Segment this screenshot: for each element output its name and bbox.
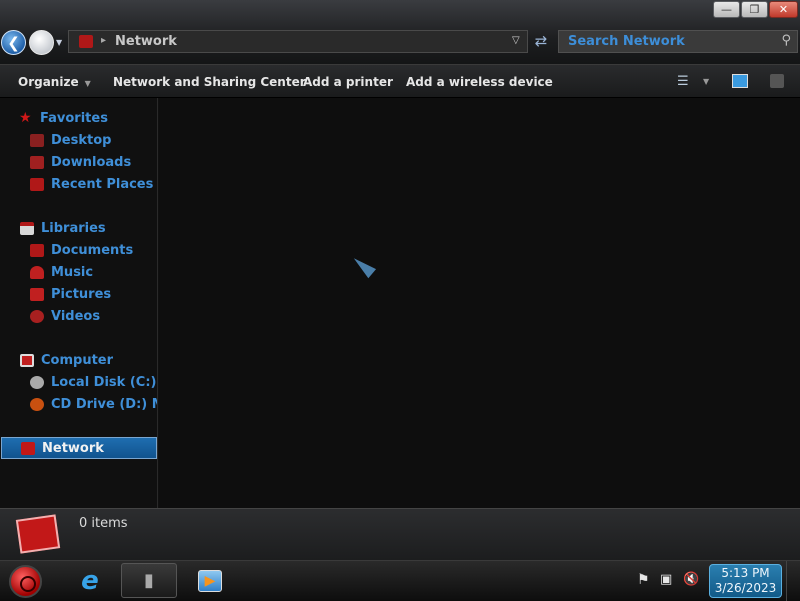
change-view-icon[interactable]: ☰ — [677, 74, 689, 89]
file-list-area[interactable] — [159, 98, 800, 508]
music-icon — [30, 265, 44, 279]
sidebar-item-documents[interactable]: Documents — [30, 240, 133, 260]
minimize-button[interactable]: — — [713, 1, 740, 18]
network-icon — [21, 441, 35, 455]
network-large-icon — [15, 514, 61, 554]
view-options-chevron-icon[interactable]: ▼ — [703, 77, 709, 86]
network-status-icon[interactable]: ▣ — [660, 572, 672, 587]
action-center-flag-icon[interactable]: ⚑ — [637, 572, 650, 588]
libraries-icon — [20, 221, 34, 235]
chevron-down-icon: ▼ — [84, 79, 91, 88]
add-printer-button[interactable]: Add a printer — [303, 75, 393, 89]
documents-icon — [30, 243, 44, 257]
show-desktop-button[interactable] — [786, 561, 800, 601]
explorer-window: — ❐ ✕ ❮ ▼ ▸ Network ▽ ⇄ ⚲ Organize ▼ Netw… — [0, 0, 800, 560]
address-bar[interactable]: ▸ Network ▽ — [68, 30, 528, 53]
search-icon[interactable]: ⚲ — [781, 33, 791, 48]
network-icon — [79, 35, 93, 48]
internet-explorer-icon: e — [81, 565, 99, 596]
pictures-icon — [30, 287, 44, 301]
sidebar-item-desktop[interactable]: Desktop — [30, 130, 111, 150]
sidebar-item-music[interactable]: Music — [30, 262, 93, 282]
taskbar-internet-explorer[interactable]: e — [62, 563, 118, 598]
navigation-pane: ★ Favorites Desktop Downloads Recent Pla… — [0, 98, 158, 508]
sidebar-item-computer[interactable]: Computer — [20, 350, 113, 370]
details-pane: 0 items — [0, 508, 800, 560]
taskbar-media-player[interactable]: ▶ — [182, 563, 238, 598]
help-icon[interactable] — [770, 74, 784, 88]
taskbar: e ▮ ▶ ⚑ ▣ 🔇 5:13 PM 3/26/2023 — [0, 560, 800, 601]
videos-icon — [30, 309, 44, 323]
computer-icon — [20, 353, 34, 367]
search-input[interactable] — [559, 31, 769, 52]
recent-places-icon — [30, 177, 44, 191]
sidebar-item-network[interactable]: Network — [1, 437, 157, 459]
preview-pane-icon[interactable] — [732, 74, 748, 88]
close-button[interactable]: ✕ — [769, 1, 798, 18]
restore-button[interactable]: ❐ — [741, 1, 768, 18]
explorer-window-thumb-icon: ▮ — [144, 570, 154, 591]
organize-button[interactable]: Organize ▼ — [18, 75, 91, 89]
back-button[interactable]: ❮ — [1, 30, 26, 55]
network-sharing-center-button[interactable]: Network and Sharing Center — [113, 75, 306, 89]
sidebar-item-libraries[interactable]: Libraries — [20, 218, 106, 238]
volume-muted-icon[interactable]: 🔇 — [683, 572, 699, 587]
sidebar-item-recent-places[interactable]: Recent Places — [30, 174, 153, 194]
sidebar-item-cd-drive[interactable]: CD Drive (D:) Mor — [30, 394, 157, 414]
downloads-icon — [30, 155, 44, 169]
system-clock[interactable]: 5:13 PM 3/26/2023 — [709, 564, 782, 598]
taskbar-explorer-window[interactable]: ▮ — [121, 563, 177, 598]
clock-time: 5:13 PM — [721, 566, 770, 580]
add-wireless-device-button[interactable]: Add a wireless device — [406, 75, 553, 89]
disk-icon — [30, 375, 44, 389]
breadcrumb-network[interactable]: Network — [115, 34, 177, 49]
window-controls: — ❐ ✕ — [713, 1, 798, 18]
address-dropdown-icon[interactable]: ▽ — [512, 35, 520, 46]
sidebar-item-local-disk[interactable]: Local Disk (C:) — [30, 372, 156, 392]
search-box[interactable]: ⚲ — [558, 30, 798, 53]
sidebar-item-pictures[interactable]: Pictures — [30, 284, 111, 304]
sidebar-item-favorites[interactable]: ★ Favorites — [19, 108, 108, 128]
recent-pages-dropdown[interactable]: ▼ — [56, 38, 62, 47]
refresh-button[interactable]: ⇄ — [529, 30, 553, 53]
title-bar[interactable]: — ❐ ✕ ❮ ▼ ▸ Network ▽ ⇄ ⚲ — [0, 0, 800, 64]
organize-label: Organize — [18, 75, 79, 89]
item-count: 0 items — [79, 516, 128, 531]
media-player-icon: ▶ — [198, 569, 222, 592]
start-button[interactable] — [9, 565, 42, 598]
forward-button[interactable] — [29, 30, 54, 55]
breadcrumb-chevron-icon[interactable]: ▸ — [101, 35, 106, 46]
star-icon: ★ — [19, 109, 32, 126]
back-arrow-icon: ❮ — [7, 33, 20, 52]
desktop-icon — [30, 133, 44, 147]
sidebar-item-downloads[interactable]: Downloads — [30, 152, 131, 172]
cd-drive-icon — [30, 397, 44, 411]
clock-date: 3/26/2023 — [714, 581, 777, 595]
sidebar-item-videos[interactable]: Videos — [30, 306, 100, 326]
